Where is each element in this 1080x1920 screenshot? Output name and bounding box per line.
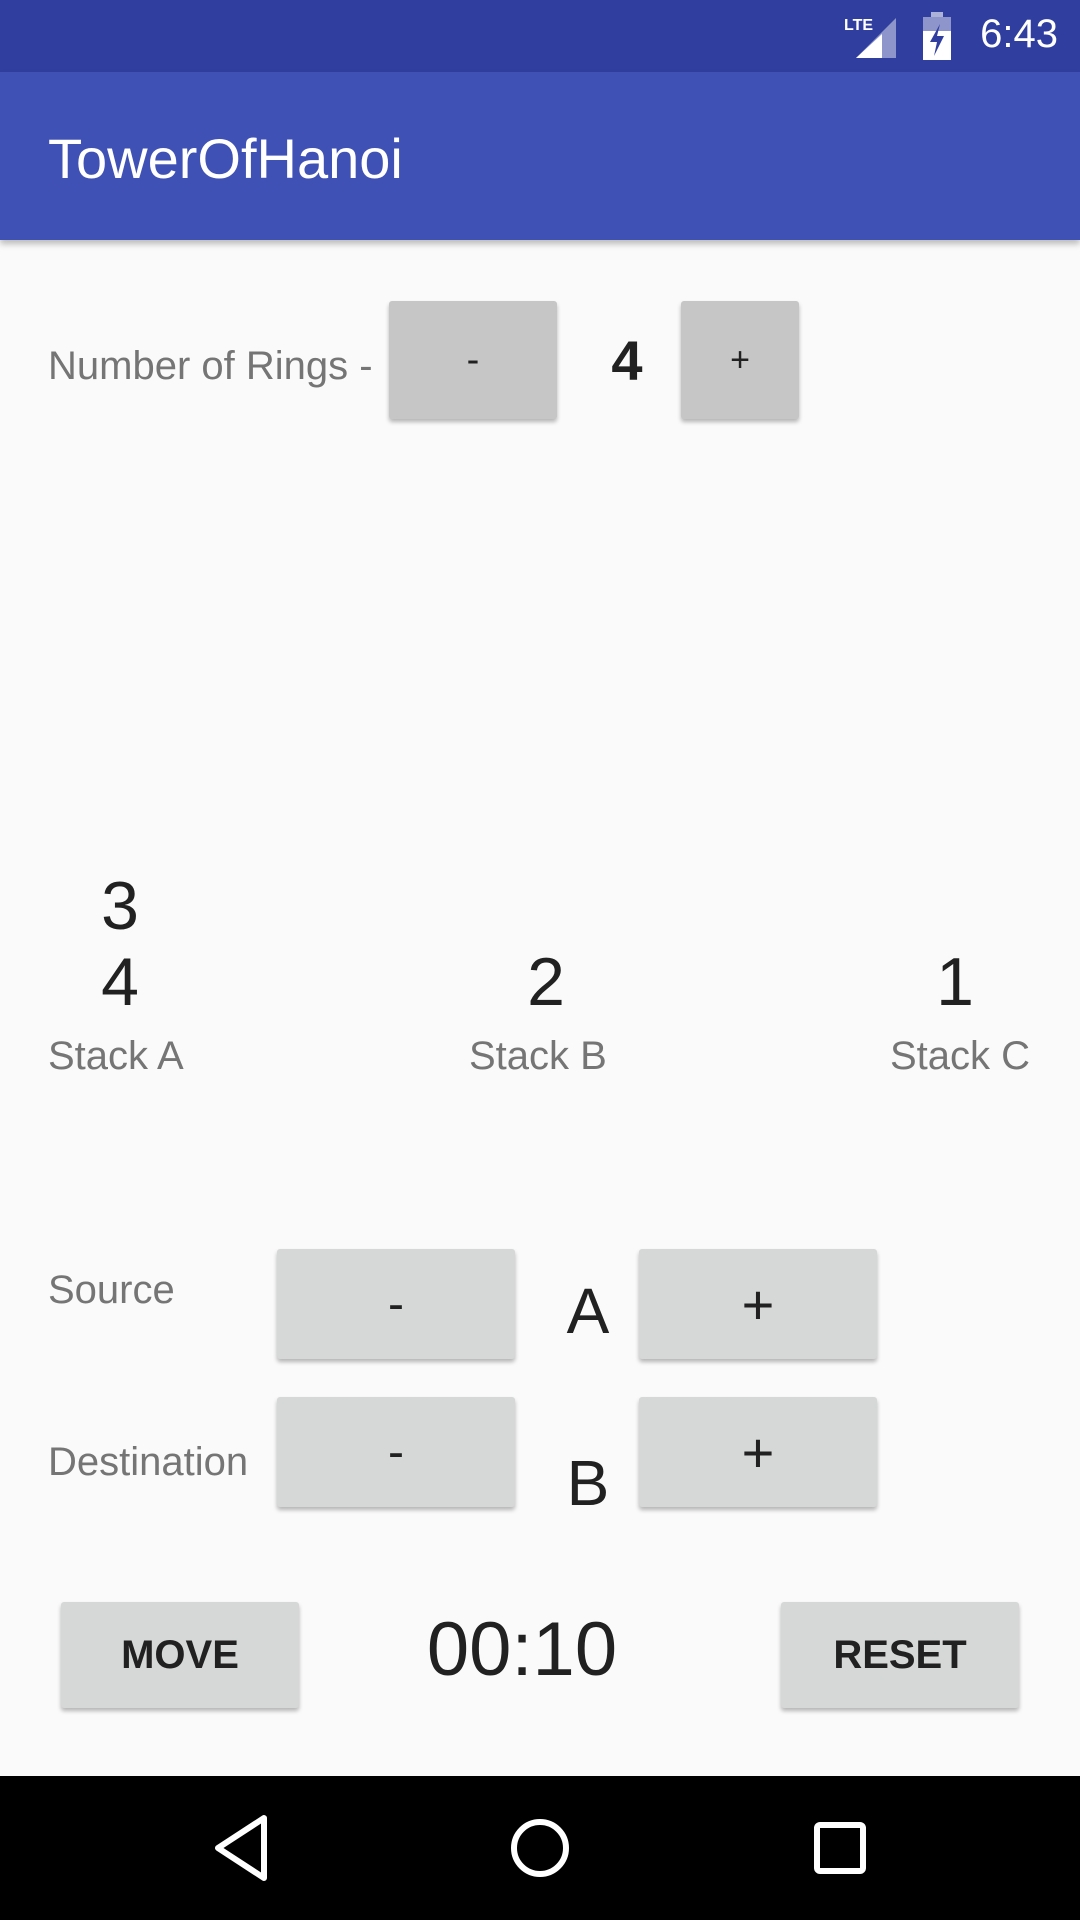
status-time: 6:43 <box>980 12 1058 56</box>
source-label: Source <box>48 1268 175 1312</box>
rings-count: 4 <box>611 329 643 392</box>
app-bar: TowerOfHanoi <box>0 72 1080 240</box>
stack-b: 2 <box>426 944 666 1020</box>
rings-increment-button[interactable]: + <box>681 301 799 419</box>
rings-label: Number of Rings - <box>48 344 373 388</box>
lte-signal-icon: LTE <box>844 17 896 58</box>
svg-text:LTE: LTE <box>844 17 873 34</box>
navigation-bar <box>0 1776 1080 1920</box>
source-value: A <box>566 1275 610 1347</box>
destination-increment-button[interactable]: + <box>639 1397 877 1507</box>
stack-a-label: Stack A <box>48 1034 184 1078</box>
stack-c-label: Stack C <box>890 1034 1031 1078</box>
status-bar: LTE 6:43 <box>0 0 1080 72</box>
move-button[interactable]: MOVE <box>61 1602 299 1708</box>
stack-a: 3 4 <box>0 868 240 1020</box>
timer: 00:10 <box>426 1607 618 1692</box>
stack-c: 1 <box>835 944 1075 1020</box>
destination-value: B <box>566 1447 610 1519</box>
destination-label: Destination <box>48 1440 249 1484</box>
battery-charging-icon <box>923 12 951 60</box>
stack-a-ring: 4 <box>101 944 139 1020</box>
recents-square-icon[interactable] <box>812 1808 868 1888</box>
destination-decrement-button[interactable]: - <box>277 1397 515 1507</box>
back-triangle-icon[interactable] <box>210 1808 272 1888</box>
reset-button[interactable]: RESET <box>781 1602 1019 1708</box>
source-decrement-button[interactable]: - <box>277 1249 515 1359</box>
rings-decrement-button[interactable]: - <box>389 301 557 419</box>
source-increment-button[interactable]: + <box>639 1249 877 1359</box>
stack-b-ring: 2 <box>527 944 565 1020</box>
home-circle-icon[interactable] <box>508 1808 572 1888</box>
app-title: TowerOfHanoi <box>48 127 403 190</box>
stack-a-ring: 3 <box>101 868 139 944</box>
stack-c-ring: 1 <box>936 944 974 1020</box>
stack-b-label: Stack B <box>469 1034 607 1078</box>
